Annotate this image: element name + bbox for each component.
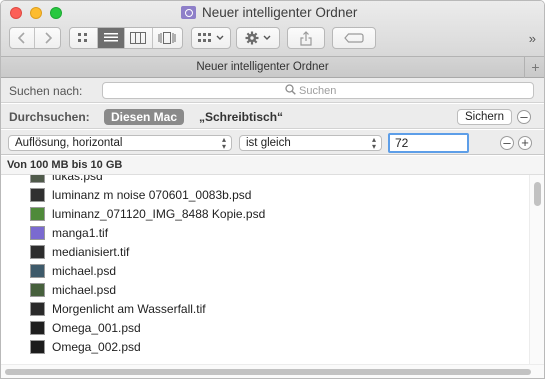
file-thumbnail-icon [30,187,45,202]
scope-row: Durchsuchen: Diesen Mac „Schreibtisch“ S… [1,104,544,129]
search-icon [285,84,296,98]
list-view-icon [103,33,118,42]
scope-label: Durchsuchen: [9,110,90,124]
file-name: manga1.tif [52,225,109,240]
file-name: medianisiert.tif [52,244,130,259]
list-item[interactable]: luminanz m noise 070601_0083b.psd [1,185,531,204]
file-name: Morgenlicht am Wasserfall.tif [52,301,206,316]
file-thumbnail-icon [30,339,45,354]
coverflow-view-button[interactable] [153,28,182,48]
tag-icon [344,33,364,43]
list-item[interactable]: michael.psd [1,280,531,299]
list-item[interactable]: Omega_001.psd [1,318,531,337]
chevron-down-icon [263,35,271,40]
file-thumbnail-icon [30,282,45,297]
back-button[interactable] [10,28,36,48]
file-thumbnail-icon [30,320,45,335]
column-view-button[interactable] [125,28,153,48]
file-name: Omega_002.psd [52,339,141,354]
scope-this-mac[interactable]: Diesen Mac [104,109,185,125]
list-item[interactable]: luminanz_071120_IMG_8488 Kopie.psd [1,204,531,223]
vertical-scroll-thumb[interactable] [534,182,541,206]
group-header: Von 100 MB bis 10 GB [1,156,544,175]
remove-criteria-button[interactable]: – [500,136,514,150]
file-list: lukas.psd luminanz m noise 070601_0083b.p… [1,175,531,366]
list-item[interactable]: Omega_002.psd [1,337,531,356]
tags-button[interactable] [332,27,376,49]
search-row: Suchen nach: [1,78,544,103]
window-title: Neuer intelligenter Ordner [181,4,357,20]
file-thumbnail-icon [30,175,45,183]
criteria-value-field[interactable]: 72 [388,133,469,153]
save-button[interactable]: Sichern [457,109,512,125]
list-view-button[interactable] [97,28,126,48]
search-field[interactable] [102,82,534,99]
share-button[interactable] [287,27,325,49]
minimize-window-button[interactable] [30,7,42,19]
arrange-menu-button[interactable] [191,27,231,49]
operator-value: ist gleich [246,137,291,149]
arrange-grid-icon [198,33,211,42]
list-item[interactable]: medianisiert.tif [1,242,531,261]
file-thumbnail-icon [30,244,45,259]
horizontal-scroll-thumb[interactable] [5,369,531,375]
popup-arrows-icon: ▴ ▾ [371,135,376,151]
popup-arrows-icon: ▴ ▾ [221,135,226,151]
titlebar: Neuer intelligenter Ordner » [1,1,544,57]
vertical-scrollbar[interactable] [529,175,544,366]
close-window-button[interactable] [10,7,22,19]
window-title-text: Neuer intelligenter Ordner [202,4,358,20]
view-mode-control [69,27,183,49]
file-name: michael.psd [52,282,117,297]
icon-view-icon [78,33,88,42]
file-name: michael.psd [52,263,117,278]
file-thumbnail-icon [30,225,45,240]
list-item[interactable]: Morgenlicht am Wasserfall.tif [1,299,531,318]
share-icon [300,30,312,46]
list-item[interactable]: michael.psd [1,261,531,280]
file-name: lukas.psd [52,175,103,183]
search-label: Suchen nach: [9,84,83,98]
operator-popup[interactable]: ist gleich ▴ ▾ [239,135,382,151]
icon-view-button[interactable] [70,28,98,48]
gear-icon [245,31,259,45]
add-criteria-button[interactable]: + [518,136,532,150]
finder-window: Neuer intelligenter Ordner » Neuer intel… [0,0,545,379]
list-item[interactable]: lukas.psd [1,175,531,185]
coverflow-view-icon [158,32,176,44]
list-item[interactable]: manga1.tif [1,223,531,242]
file-thumbnail-icon [30,263,45,278]
tab-bar: Neuer intelligenter Ordner + [1,57,544,78]
file-thumbnail-icon [30,206,45,221]
file-name: luminanz m noise 070601_0083b.psd [52,187,252,202]
new-tab-button[interactable]: + [524,57,544,78]
file-name: Omega_001.psd [52,320,141,335]
horizontal-scrollbar[interactable] [1,364,544,378]
tab-smart-folder[interactable]: Neuer intelligenter Ordner [1,57,524,78]
file-name: luminanz_071120_IMG_8488 Kopie.psd [52,206,266,221]
scope-desktop[interactable]: „Schreibtisch“ [199,109,283,125]
attribute-popup[interactable]: Auflösung, horizontal ▴ ▾ [8,135,232,151]
chevron-down-icon [216,35,224,40]
remove-scope-button[interactable]: – [517,110,531,124]
maximize-window-button[interactable] [50,7,62,19]
toolbar-overflow-button[interactable]: » [529,31,536,46]
back-forward-control [9,27,61,49]
chevron-left-icon [18,32,25,44]
criteria-row: Auflösung, horizontal ▴ ▾ ist gleich ▴ ▾ 7… [1,130,544,155]
forward-button[interactable] [35,28,60,48]
smart-folder-icon [181,5,196,19]
file-thumbnail-icon [30,301,45,316]
column-view-icon [130,32,147,44]
action-menu-button[interactable] [236,27,280,49]
search-input[interactable] [299,84,519,97]
chevron-right-icon [44,32,52,44]
attribute-value: Auflösung, horizontal [15,137,123,149]
